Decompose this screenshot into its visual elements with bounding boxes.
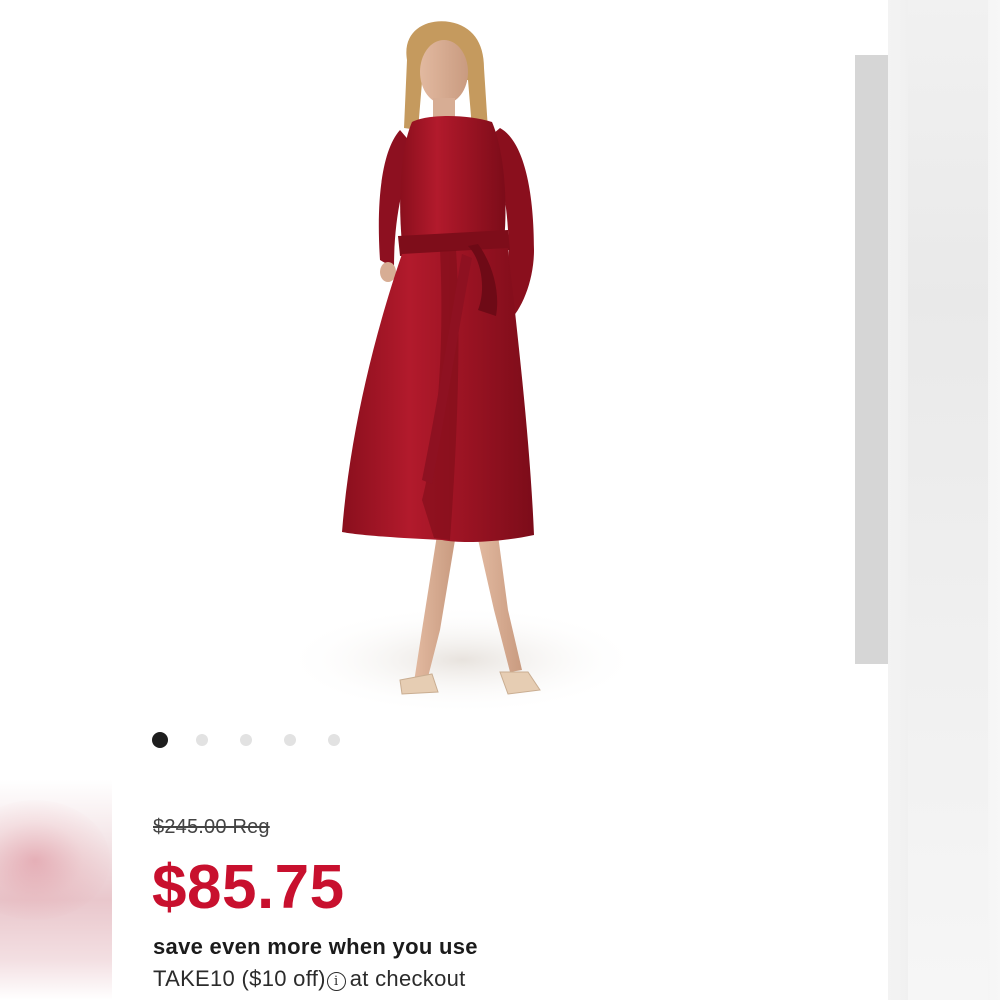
- product-detail-screen: $245.00 Reg $85.75 save even more when y…: [112, 0, 888, 1000]
- carousel-dot-5[interactable]: [328, 734, 340, 746]
- blurred-backdrop-left: [0, 0, 112, 1000]
- promo-discount: ($10 off): [241, 966, 326, 991]
- page: $245.00 Reg $85.75 save even more when y…: [0, 0, 1000, 1000]
- sale-price: $85.75: [152, 853, 345, 922]
- image-carousel-dots: [152, 730, 372, 750]
- carousel-dot-1[interactable]: [152, 732, 168, 748]
- scrollbar-thumb[interactable]: [855, 55, 888, 664]
- carousel-dot-3[interactable]: [240, 734, 252, 746]
- carousel-dot-2[interactable]: [196, 734, 208, 746]
- promo-suffix: at checkout: [349, 966, 466, 991]
- regular-price: $245.00 Reg: [153, 816, 270, 838]
- promo-code-line: TAKE10 ($10 off) i at checkout: [153, 966, 466, 992]
- promo-code: TAKE10: [153, 966, 236, 991]
- carousel-dot-4[interactable]: [284, 734, 296, 746]
- info-icon[interactable]: i: [326, 972, 346, 991]
- promo-heading: save even more when you use: [153, 934, 478, 959]
- product-image[interactable]: [272, 10, 642, 710]
- blurred-backdrop-right: [888, 0, 1000, 1000]
